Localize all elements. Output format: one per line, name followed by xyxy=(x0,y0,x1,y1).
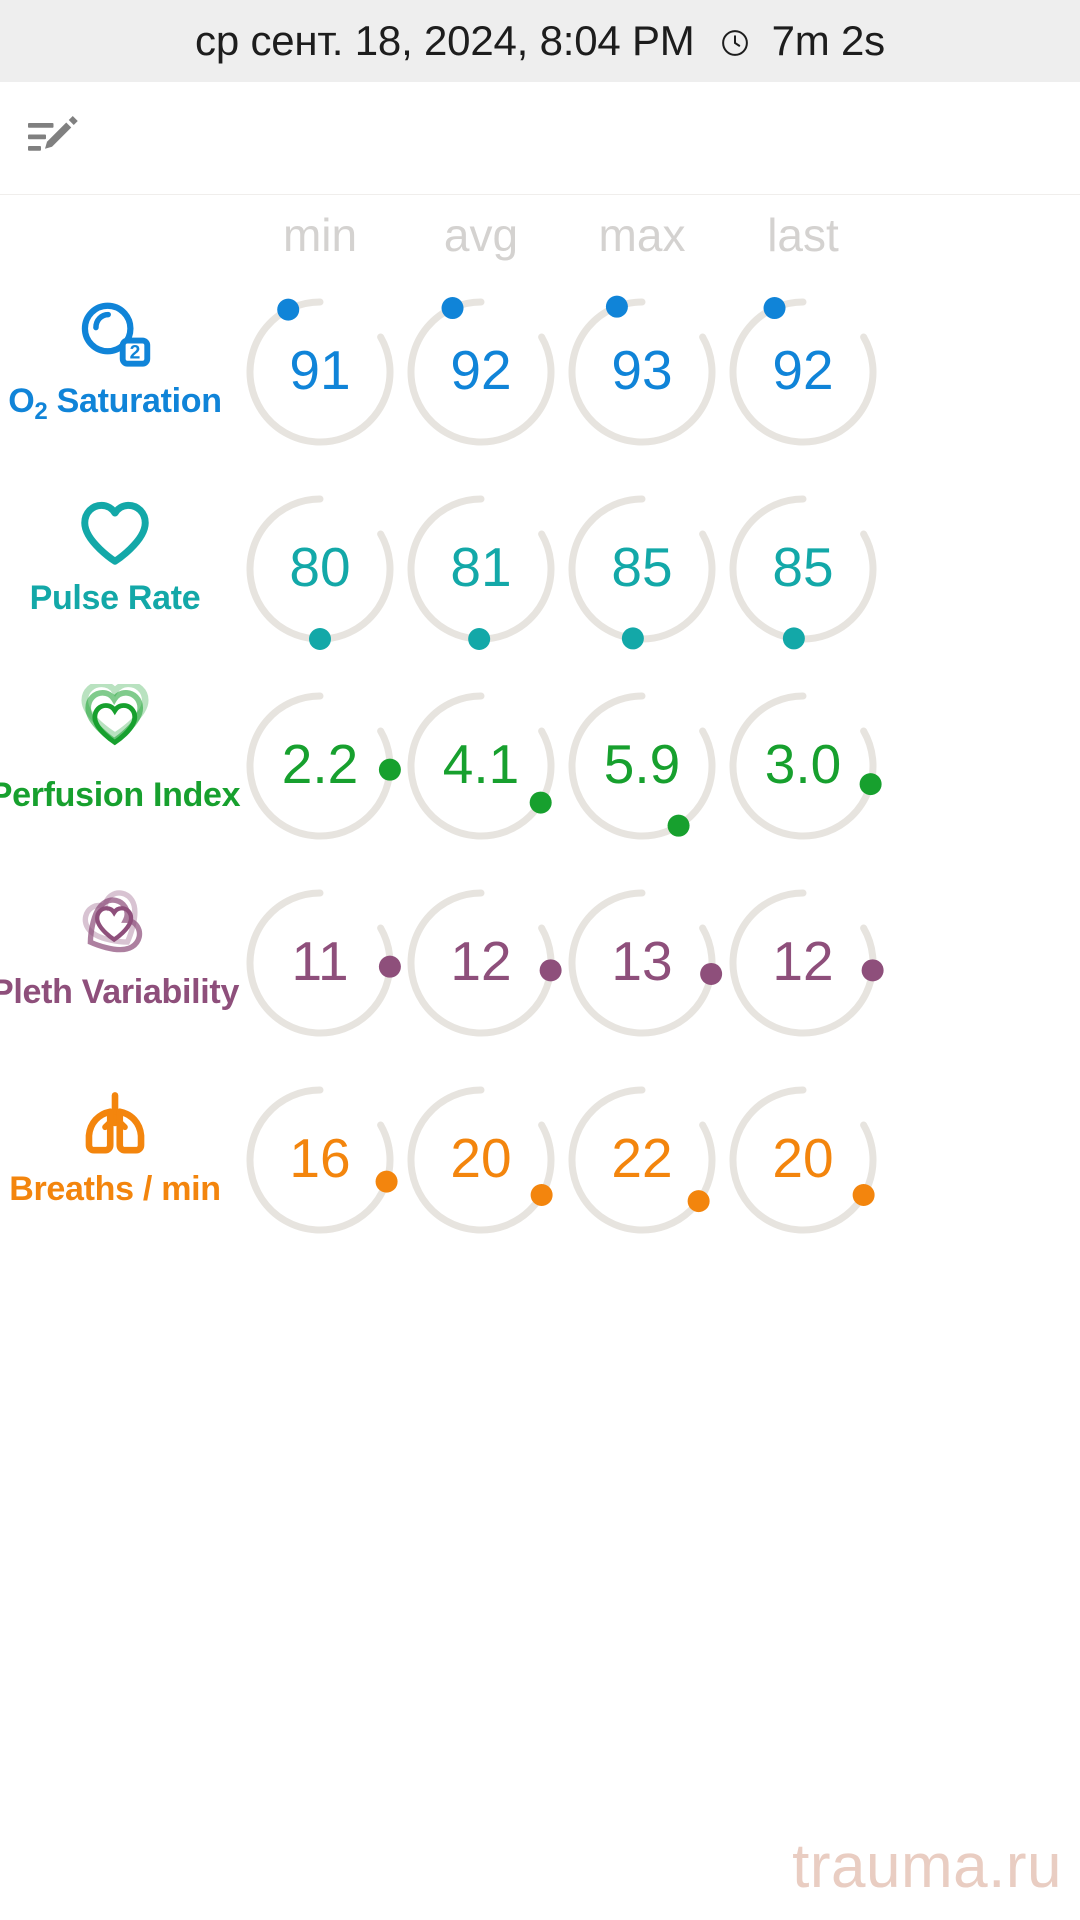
gauge-last: 92 xyxy=(703,290,903,450)
metric-label-breaths-per-min: Breaths / min xyxy=(0,1062,230,1259)
metric-row-breaths-per-min[interactable]: Breaths / min 16 20 22 20 xyxy=(0,1062,1080,1259)
title-bar: ср сент. 18, 2024, 8:04 PM 7m 2s xyxy=(0,0,1080,82)
overlapping-hearts-icon xyxy=(82,890,143,953)
metric-icon-wrap xyxy=(69,879,161,971)
gauge-last: 20 xyxy=(703,1078,903,1238)
metric-icon-wrap xyxy=(69,682,161,774)
metric-row-pleth-variability[interactable]: Pleth Variability 11 12 13 12 xyxy=(0,865,1080,1062)
o2-bubble-icon: 2 xyxy=(81,302,151,367)
metric-name: Breaths / min xyxy=(9,1170,221,1208)
gauge-value: 3.0 xyxy=(764,733,842,795)
clock-icon xyxy=(722,30,748,56)
lungs-icon xyxy=(85,1092,145,1154)
note-edit-icon xyxy=(28,116,78,151)
metric-icon-wrap xyxy=(69,1076,161,1168)
metric-label-pleth-variability: Pleth Variability xyxy=(0,865,239,1062)
column-headers: min avg max last xyxy=(0,196,1080,274)
gauge-value: 85 xyxy=(772,536,834,598)
gauge-last: 3.0 xyxy=(703,684,903,844)
metric-name: Perfusion Index xyxy=(0,776,241,814)
gauge-last: 12 xyxy=(703,881,903,1041)
gauge-value: 20 xyxy=(772,1127,834,1189)
metric-name: Pulse Rate xyxy=(29,579,201,617)
column-header-last: last xyxy=(767,209,839,261)
metric-label-perfusion-index: Perfusion Index xyxy=(0,668,241,865)
gauge-last: 85 xyxy=(703,487,903,650)
triple-heart-icon xyxy=(81,684,149,746)
metric-name: Pleth Variability xyxy=(0,973,240,1011)
session-title: ср сент. 18, 2024, 8:04 PM 7m 2s xyxy=(195,17,885,65)
metric-row-perfusion-index[interactable]: Perfusion Index 2.2 4.1 5.9 3.0 xyxy=(0,668,1080,865)
site-watermark: trauma.ru xyxy=(792,1832,1062,1901)
metric-icon-wrap xyxy=(69,485,161,577)
metric-label-pulse-rate: Pulse Rate xyxy=(0,471,230,668)
gauge-value: 92 xyxy=(772,339,834,401)
svg-text:2: 2 xyxy=(130,343,141,364)
metric-name: O2 Saturation xyxy=(8,382,222,425)
toolbar xyxy=(0,82,1080,195)
heart-outline-icon xyxy=(81,501,149,565)
screen-root: ср сент. 18, 2024, 8:04 PM 7m 2s min avg… xyxy=(0,0,1080,1920)
metric-icon-wrap: 2 xyxy=(69,288,161,380)
metric-label-o2-saturation: 2 O2 Saturation xyxy=(0,274,230,471)
note-edit-button[interactable] xyxy=(14,98,92,176)
metric-row-pulse-rate[interactable]: Pulse Rate 80 81 85 85 xyxy=(0,471,1080,668)
session-duration: 7m 2s xyxy=(771,17,886,64)
session-datetime: ср сент. 18, 2024, 8:04 PM xyxy=(195,17,695,64)
gauge-value: 12 xyxy=(772,930,834,992)
metric-row-o2-saturation[interactable]: 2 O2 Saturation 91 92 93 92 xyxy=(0,274,1080,471)
